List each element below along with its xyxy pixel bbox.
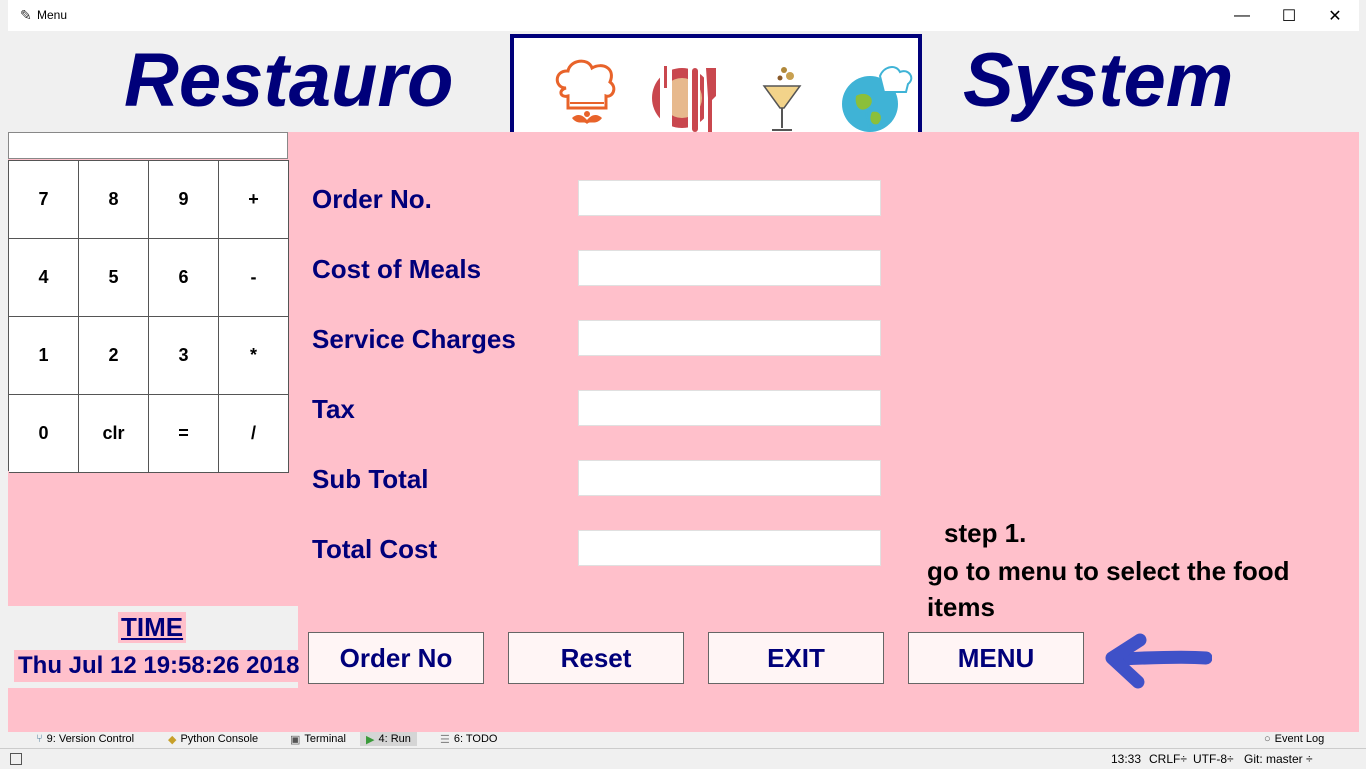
git-branch[interactable]: Git: master ÷ bbox=[1244, 752, 1313, 766]
status-bar: 13:33 CRLF÷ UTF-8÷ Git: master ÷ bbox=[0, 748, 1366, 769]
title-system: System bbox=[963, 38, 1234, 123]
calc-key-4[interactable]: 4 bbox=[9, 239, 79, 317]
tax-label: Tax bbox=[312, 394, 355, 424]
minimize-button[interactable]: — bbox=[1219, 0, 1265, 31]
tab-run[interactable]: ▶ 4: Run bbox=[360, 732, 417, 746]
ide-tool-tabs: ⑂ 9: Version Control ◆ Python Console ▣ … bbox=[0, 732, 1366, 746]
version-control-icon: ⑂ bbox=[36, 733, 43, 745]
sub-total-label: Sub Total bbox=[312, 464, 429, 494]
tab-label: Python Console bbox=[180, 733, 259, 745]
order-no-label: Order No. bbox=[312, 184, 432, 214]
plate-cutlery-icon bbox=[652, 66, 718, 132]
window-title: Menu bbox=[37, 8, 68, 22]
tab-python-console[interactable]: ◆ Python Console bbox=[168, 732, 258, 746]
app-window: ✎ Menu — ☐ ✕ Restauro System 7 8 9 + 4 5… bbox=[8, 0, 1359, 732]
service-charges-label: Service Charges bbox=[312, 324, 516, 354]
tab-terminal[interactable]: ▣ Terminal bbox=[290, 732, 346, 746]
order-no-button[interactable]: Order No bbox=[308, 632, 484, 684]
title-bar[interactable]: ✎ Menu — ☐ ✕ bbox=[8, 0, 1359, 31]
run-icon: ▶ bbox=[366, 733, 375, 746]
todo-icon: ☰ bbox=[440, 733, 450, 746]
feather-icon: ✎ bbox=[20, 7, 32, 23]
main-panel: 7 8 9 + 4 5 6 - 1 2 3 * 0 clr = / Order … bbox=[8, 132, 1359, 732]
calc-key-3[interactable]: 3 bbox=[149, 317, 219, 395]
calculator-display[interactable] bbox=[8, 132, 288, 159]
tax-field[interactable] bbox=[578, 390, 881, 426]
tab-label: 4: Run bbox=[378, 733, 411, 745]
exit-button[interactable]: EXIT bbox=[708, 632, 884, 684]
tab-label: 6: TODO bbox=[453, 733, 498, 745]
event-log-button[interactable]: ○ Event Log bbox=[1264, 732, 1324, 746]
header: Restauro System bbox=[8, 31, 1359, 146]
step-instruction-line2: items bbox=[927, 592, 995, 622]
total-cost-field[interactable] bbox=[578, 530, 881, 566]
calc-key-1[interactable]: 1 bbox=[9, 317, 79, 395]
line-separator[interactable]: CRLF÷ bbox=[1149, 752, 1187, 766]
logo-strip bbox=[510, 34, 922, 146]
terminal-icon: ▣ bbox=[290, 733, 301, 746]
globe-chef-icon bbox=[842, 66, 913, 135]
tab-label: Terminal bbox=[304, 733, 346, 745]
file-encoding[interactable]: UTF-8÷ bbox=[1193, 752, 1234, 766]
clock-value: Thu Jul 12 19:58:26 2018 bbox=[14, 650, 304, 682]
cost-of-meals-field[interactable] bbox=[578, 250, 881, 286]
chef-hat-icon bbox=[555, 59, 616, 124]
calc-key-2[interactable]: 2 bbox=[79, 317, 149, 395]
calc-key-8[interactable]: 8 bbox=[79, 161, 149, 239]
cocktail-glass-icon bbox=[762, 67, 802, 131]
calc-key-9[interactable]: 9 bbox=[149, 161, 219, 239]
tab-label: 9: Version Control bbox=[46, 733, 135, 745]
menu-button[interactable]: MENU bbox=[908, 632, 1084, 684]
title-restauro: Restauro bbox=[124, 38, 454, 123]
tab-version-control[interactable]: ⑂ 9: Version Control bbox=[36, 732, 134, 746]
calc-key-7[interactable]: 7 bbox=[9, 161, 79, 239]
calc-key-5[interactable]: 5 bbox=[79, 239, 149, 317]
calc-key-divide[interactable]: / bbox=[219, 395, 289, 473]
calc-key-0[interactable]: 0 bbox=[9, 395, 79, 473]
calc-key-6[interactable]: 6 bbox=[149, 239, 219, 317]
step-number: step 1. bbox=[944, 518, 1027, 548]
calc-key-plus[interactable]: + bbox=[219, 161, 289, 239]
cursor-position[interactable]: 13:33 bbox=[1111, 752, 1141, 766]
calculator-keypad: 7 8 9 + 4 5 6 - 1 2 3 * 0 clr = / bbox=[8, 160, 289, 473]
maximize-button[interactable]: ☐ bbox=[1266, 0, 1312, 31]
calc-key-minus[interactable]: - bbox=[219, 239, 289, 317]
arrow-left-icon bbox=[1105, 633, 1212, 689]
reset-button[interactable]: Reset bbox=[508, 632, 684, 684]
event-log-label: Event Log bbox=[1274, 733, 1325, 745]
calc-key-multiply[interactable]: * bbox=[219, 317, 289, 395]
step-instruction-line1: go to menu to select the food bbox=[927, 556, 1290, 586]
order-no-field[interactable] bbox=[578, 180, 881, 216]
time-panel: TIME Thu Jul 12 19:58:26 2018 bbox=[8, 606, 304, 688]
tab-todo[interactable]: ☰ 6: TODO bbox=[440, 732, 497, 746]
calc-key-clear[interactable]: clr bbox=[79, 395, 149, 473]
service-charges-field[interactable] bbox=[578, 320, 881, 356]
sub-total-field[interactable] bbox=[578, 460, 881, 496]
close-button[interactable]: ✕ bbox=[1312, 0, 1358, 31]
python-icon: ◆ bbox=[168, 733, 177, 746]
calc-key-equals[interactable]: = bbox=[149, 395, 219, 473]
total-cost-label: Total Cost bbox=[312, 534, 438, 564]
cost-of-meals-label: Cost of Meals bbox=[312, 254, 482, 284]
time-heading: TIME bbox=[118, 612, 187, 643]
magnifier-icon: ○ bbox=[1264, 733, 1271, 745]
panel-toggle-icon[interactable] bbox=[10, 753, 22, 765]
